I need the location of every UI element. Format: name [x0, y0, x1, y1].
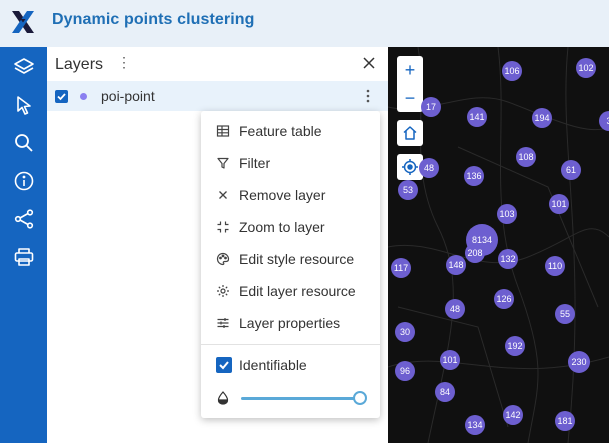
cluster-marker[interactable]: 84: [435, 382, 455, 402]
palette-icon: [216, 252, 230, 266]
cluster-marker[interactable]: 55: [555, 304, 575, 324]
layers-button[interactable]: [0, 48, 47, 86]
cluster-marker[interactable]: 53: [398, 180, 418, 200]
info-icon: [14, 171, 33, 191]
panel-menu-button[interactable]: ⋮: [117, 54, 131, 74]
menu-item-remove-layer[interactable]: Remove layer: [201, 180, 380, 210]
zoom-out-button[interactable]: −: [397, 84, 423, 112]
filter-icon: [217, 157, 229, 169]
cluster-marker[interactable]: 134: [465, 415, 485, 435]
select-tool-button[interactable]: [0, 86, 47, 124]
layer-color-dot: [80, 93, 87, 100]
locate-icon: [402, 159, 418, 175]
cluster-marker[interactable]: 136: [464, 166, 484, 186]
cluster-marker[interactable]: 148: [446, 255, 466, 275]
sliders-icon: [217, 318, 229, 328]
menu-item-label: Layer properties: [239, 315, 341, 331]
opacity-slider-thumb[interactable]: [353, 391, 367, 405]
cluster-marker[interactable]: 101: [440, 350, 460, 370]
menu-item-label: Filter: [239, 155, 271, 171]
menu-item-edit-layer-resource[interactable]: Edit layer resource: [201, 276, 380, 306]
close-icon[interactable]: [359, 53, 379, 73]
cluster-marker[interactable]: 96: [395, 361, 415, 381]
zoom-in-button[interactable]: +: [397, 56, 423, 84]
home-extent-button[interactable]: [397, 120, 423, 146]
print-icon: [14, 248, 33, 266]
menu-item-label: Remove layer: [239, 187, 326, 203]
checkmark-icon: [57, 93, 66, 101]
info-button[interactable]: [0, 162, 47, 200]
menu-item-zoom-to-layer[interactable]: Zoom to layer: [201, 212, 380, 242]
close-icon: [219, 191, 227, 199]
menu-item-label: Zoom to layer: [239, 219, 325, 235]
cluster-marker[interactable]: 117: [391, 258, 411, 278]
print-button[interactable]: [0, 238, 47, 276]
cluster-marker[interactable]: 132: [498, 249, 518, 269]
search-button[interactable]: [0, 124, 47, 162]
settings-icon: [217, 285, 229, 297]
cursor-select-icon: [16, 96, 31, 115]
cluster-marker[interactable]: 48: [445, 299, 465, 319]
cluster-marker[interactable]: 108: [516, 147, 536, 167]
menu-item-label: Edit style resource: [239, 251, 355, 267]
layers-icon: [13, 58, 34, 74]
layer-row[interactable]: poi-point: [47, 81, 388, 111]
layers-panel-header: Layers ⋮: [47, 47, 388, 81]
more-vertical-icon[interactable]: [363, 87, 373, 105]
menu-item-filter[interactable]: Filter: [201, 148, 380, 178]
cluster-marker[interactable]: 194: [532, 108, 552, 128]
map-view[interactable]: + − 106 102 17 141 194 3 48 136 108 61 53 101 103 813…: [388, 47, 609, 443]
menu-item-edit-style-resource[interactable]: Edit style resource: [201, 244, 380, 274]
identifiable-checkbox[interactable]: [216, 357, 232, 373]
cluster-marker[interactable]: 192: [505, 336, 525, 356]
menu-item-feature-table[interactable]: Feature table: [201, 116, 380, 146]
cluster-marker[interactable]: 106: [502, 61, 522, 81]
share-button[interactable]: [0, 200, 47, 238]
layer-name: poi-point: [101, 88, 155, 104]
cluster-marker[interactable]: 61: [561, 160, 581, 180]
cluster-marker[interactable]: 30: [395, 322, 415, 342]
checkmark-icon: [219, 361, 229, 370]
zoom-control: + −: [397, 56, 423, 112]
layer-visibility-checkbox[interactable]: [55, 90, 68, 103]
table-icon: [216, 125, 230, 137]
search-icon: [14, 134, 33, 152]
identifiable-label: Identifiable: [239, 357, 307, 373]
layer-context-menu: Feature table Filter Remove layer Zoom t…: [201, 111, 380, 418]
app-header: Dynamic points clustering: [0, 0, 609, 47]
cluster-marker[interactable]: 48: [419, 158, 439, 178]
opacity-icon: [217, 391, 229, 405]
cluster-marker[interactable]: 101: [549, 194, 569, 214]
cluster-marker[interactable]: 181: [555, 411, 575, 431]
cluster-marker[interactable]: 110: [545, 256, 565, 276]
menu-item-label: Edit layer resource: [239, 283, 356, 299]
menu-item-layer-properties[interactable]: Layer properties: [201, 308, 380, 338]
share-icon: [14, 209, 33, 229]
zoom-to-extent-icon: [217, 221, 229, 233]
x-logo-icon: [12, 11, 34, 33]
cluster-marker[interactable]: 126: [494, 289, 514, 309]
home-icon: [403, 126, 417, 140]
menu-divider: [201, 344, 380, 345]
cluster-marker[interactable]: 142: [503, 405, 523, 425]
cluster-marker[interactable]: 141: [467, 107, 487, 127]
app-title: Dynamic points clustering: [52, 11, 255, 28]
opacity-slider-track[interactable]: [241, 397, 359, 400]
cluster-marker[interactable]: 230: [568, 351, 590, 373]
cluster-marker[interactable]: 17: [421, 97, 441, 117]
cluster-marker[interactable]: 102: [576, 58, 596, 78]
cluster-marker[interactable]: 208: [465, 243, 485, 263]
cluster-marker[interactable]: 103: [497, 204, 517, 224]
left-toolbar: [0, 47, 47, 443]
menu-item-label: Feature table: [239, 123, 322, 139]
panel-title: Layers: [55, 56, 104, 73]
